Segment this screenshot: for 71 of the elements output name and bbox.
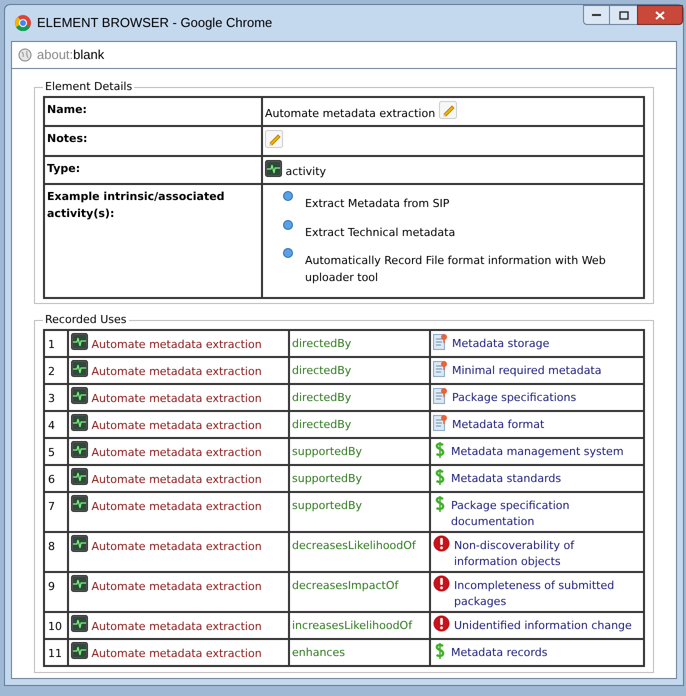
relation-text: directedBy: [292, 336, 352, 350]
globe-icon: [18, 48, 32, 62]
bullet-icon: [283, 248, 293, 258]
relation-text: directedBy: [292, 418, 352, 430]
warning-icon: [433, 534, 450, 552]
field-label: Name:: [47, 102, 87, 116]
dollar-icon: [433, 642, 447, 660]
chrome-logo-icon: [15, 15, 31, 31]
group-legend: Element Details: [43, 79, 134, 96]
warning-icon: [433, 614, 450, 632]
close-button[interactable]: [637, 5, 683, 25]
name-value: Automate metadata extraction: [265, 106, 436, 120]
document-icon: [433, 332, 448, 350]
activity-icon: [71, 386, 88, 404]
relation-text: decreasesLikelihoodOf: [292, 538, 416, 552]
row-number: 2: [48, 364, 55, 378]
row-number: 9: [48, 580, 55, 592]
field-label: Example intrinsic/associated activity(s):: [47, 190, 225, 220]
relation-text: supportedBy: [292, 498, 362, 512]
row-number: 8: [48, 540, 55, 552]
activity-icon: [71, 574, 88, 592]
activity-item: Automatically Record File format information with Web uploader tool: [305, 253, 607, 286]
row-number: 3: [48, 392, 55, 404]
field-label: Type:: [47, 162, 80, 174]
field-label: Notes:: [47, 132, 88, 145]
document-icon: [433, 414, 448, 430]
dollar-icon: [433, 440, 447, 458]
activity-item: Extract Metadata from SIP: [305, 196, 450, 212]
activity-icon: [71, 440, 88, 458]
edit-pencil-icon[interactable]: [438, 100, 457, 118]
activity-item: Extract Technical metadata: [305, 224, 456, 240]
dollar-icon: [433, 468, 447, 486]
row-number: 6: [48, 472, 55, 486]
row-number: 1: [48, 338, 55, 350]
activity-icon: [265, 160, 282, 176]
row-number: 7: [48, 500, 55, 512]
minimize-button[interactable]: [583, 5, 610, 25]
document-icon: [433, 386, 448, 404]
row-number: 5: [48, 446, 55, 458]
relation-text: directedBy: [292, 364, 352, 376]
relation-text: directedBy: [292, 390, 352, 404]
activity-icon: [71, 468, 88, 484]
activity-icon: [71, 642, 88, 658]
warning-icon: [433, 574, 450, 592]
activity-icon: [71, 534, 88, 552]
type-value: activity: [286, 164, 326, 178]
group-legend: Recorded Uses: [43, 312, 129, 328]
minimize-icon: [592, 13, 601, 17]
row-number: 4: [48, 418, 55, 432]
bullet-icon: [283, 191, 293, 201]
relation-text: supportedBy: [292, 472, 362, 484]
window-title: ELEMENT BROWSER - Google Chrome: [37, 14, 272, 32]
relation-text: increasesLikelihoodOf: [292, 618, 412, 632]
activity-icon: [71, 614, 88, 632]
bullet-icon: [283, 220, 293, 230]
maximize-button[interactable]: [610, 5, 637, 25]
activity-icon: [71, 494, 88, 512]
activity-icon: [71, 360, 88, 376]
edit-pencil-icon[interactable]: [265, 130, 283, 148]
address-text[interactable]: about:blank: [37, 45, 104, 65]
row-number: 11: [48, 646, 62, 660]
activity-icon: [71, 414, 88, 430]
close-icon: [655, 10, 665, 20]
relation-text: enhances: [292, 646, 345, 658]
maximize-icon: [618, 10, 628, 20]
relation-text: supportedBy: [292, 444, 362, 458]
row-number: 10: [48, 620, 62, 632]
activity-icon: [71, 332, 88, 350]
relation-text: decreasesImpactOf: [292, 578, 398, 592]
document-icon: [433, 360, 448, 376]
dollar-icon: [433, 494, 447, 512]
